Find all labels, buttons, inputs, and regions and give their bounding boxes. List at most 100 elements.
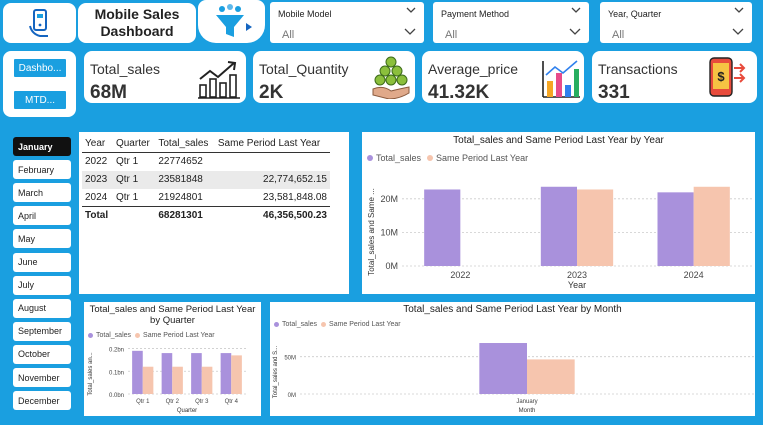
chart-bars: [479, 343, 575, 394]
funnel-icon: [215, 3, 252, 37]
kpi-label: Total_sales: [90, 61, 161, 77]
cell-total-sales: 23581848: [155, 170, 215, 189]
matrix-header-row: Year Quarter Total_sales Same Period Las…: [82, 135, 330, 153]
bar-same-period-january: [527, 359, 575, 394]
chart-bars: [132, 350, 242, 394]
chart-x-ticks: Qtr 1 Qtr 2 Qtr 3 Qtr 4: [136, 399, 238, 405]
month-item-june[interactable]: June: [13, 252, 71, 272]
month-item-august[interactable]: August: [13, 298, 71, 318]
month-item-april[interactable]: April: [13, 206, 71, 226]
y-axis-label: Total_sales an...: [88, 352, 94, 396]
dashboard-nav-button[interactable]: Dashbo...: [12, 57, 68, 79]
x-tick-label: 2022: [450, 270, 470, 280]
table-row: 2024 Qtr 1 21924801 23,581,848.08: [82, 189, 330, 207]
month-item-october[interactable]: October: [13, 344, 71, 364]
filter-panel-toggle[interactable]: [198, 0, 265, 43]
cell-quarter: Qtr 1: [115, 156, 139, 168]
month-item-september[interactable]: September: [13, 321, 71, 341]
header-year[interactable]: Year: [82, 135, 113, 153]
slicer-label: Mobile Model: [278, 9, 332, 19]
y-tick-label: 10M: [380, 227, 398, 237]
y-axis-label: Total_sales and S...: [273, 345, 279, 398]
phone-hand-icon: [28, 9, 48, 37]
cell-same-period: [215, 153, 330, 171]
chart-y-ticks: 0M 50M: [284, 356, 296, 399]
slicer-value: All: [282, 29, 295, 41]
title-line-2: Dashboard: [100, 23, 174, 39]
slicer-value: All: [445, 29, 458, 41]
kpi-value: 41.32K: [428, 82, 490, 103]
y-tick-label: 0M: [288, 393, 296, 399]
x-axis-label: Year: [568, 280, 586, 290]
x-axis-label: Quarter: [177, 408, 197, 414]
chevron-down-icon: [406, 7, 416, 13]
bar-total-sales-january: [479, 343, 527, 394]
total-row: Total 68281301 46,356,500.23: [82, 206, 330, 225]
bar-total-sales-qtr-2: [161, 353, 173, 394]
y-tick-label: 50M: [284, 356, 296, 362]
kpi-card-total-quantity: Total_Quantity 2K: [253, 51, 415, 103]
header-total-sales[interactable]: Total_sales: [155, 135, 215, 153]
kpi-value: 2K: [259, 82, 284, 103]
bar-total-sales-2023: [540, 186, 577, 266]
chevron-down-icon: [571, 7, 581, 13]
kpi-label: Average_price: [428, 61, 519, 77]
cell-quarter: Qtr 1: [115, 191, 139, 203]
header-quarter[interactable]: Quarter: [112, 135, 156, 153]
slicer-value: All: [612, 29, 625, 41]
month-item-july[interactable]: July: [13, 275, 71, 295]
chevron-down-icon[interactable]: [404, 27, 416, 35]
cell-total-label: Total: [82, 206, 113, 225]
x-tick-label: Qtr 4: [225, 399, 239, 405]
bar-total-sales-qtr-4: [220, 353, 232, 394]
month-item-december[interactable]: December: [13, 391, 71, 411]
kpi-card-average-price: Average_price 41.32K: [422, 51, 584, 103]
kpi-card-total-sales: Total_sales 68M: [84, 51, 246, 103]
table-row: 2023 Qtr 1 23581848 22,774,652.15: [82, 170, 330, 189]
dashboard-title: Mobile Sales Dashboard: [78, 3, 196, 43]
bar-total-sales-qtr-3: [191, 353, 202, 394]
mtd-nav-button[interactable]: MTD...: [12, 89, 68, 111]
chart-by-quarter: Total_sales and Same Period Last Year by…: [84, 302, 261, 416]
nav-panel: Dashbo... MTD...: [3, 51, 76, 117]
cell-total-sales: 68281301: [155, 206, 215, 225]
y-tick-label: 0.1bn: [109, 370, 124, 376]
slicer-label: Payment Method: [441, 9, 510, 19]
kpi-card-transactions: Transactions 331 $: [592, 51, 757, 103]
x-tick-label: Qtr 3: [195, 399, 209, 405]
sales-matrix: Year Quarter Total_sales Same Period Las…: [82, 135, 330, 225]
cell-same-period: 23,581,848.08: [263, 191, 327, 203]
x-tick-label: Qtr 2: [166, 399, 180, 405]
x-axis-label: Month: [519, 408, 536, 414]
x-tick-label: Qtr 1: [136, 399, 150, 405]
month-item-february[interactable]: February: [13, 160, 71, 180]
cell-quarter: Qtr 1: [112, 170, 156, 189]
chart-by-year: Total_sales and Same Period Last Year by…: [362, 132, 755, 294]
kpi-value: 68M: [90, 82, 127, 103]
bar-same-period-qtr-4: [231, 355, 242, 394]
header-same-period[interactable]: Same Period Last Year: [214, 135, 330, 153]
chart-y-ticks: 0.0bn 0.1bn 0.2bn: [109, 348, 124, 399]
chart-year-plot: 0M 10M 20M 2022 2023 2024 Total_sales and Sa…: [367, 186, 752, 290]
month-item-may[interactable]: May: [13, 229, 71, 249]
x-tick-label: January: [516, 399, 537, 405]
chevron-down-icon[interactable]: [732, 27, 744, 35]
bar-same-period-2023: [577, 189, 614, 266]
month-item-january[interactable]: January: [13, 137, 71, 156]
bar-chart-icon: [542, 60, 580, 98]
chevron-down-icon[interactable]: [569, 27, 581, 35]
month-item-march[interactable]: March: [13, 183, 71, 203]
chart-y-ticks: 0M 10M 20M: [380, 194, 398, 271]
y-tick-label: 0.0bn: [109, 393, 124, 399]
slicer-payment-method[interactable]: Payment Method All: [433, 2, 589, 43]
kpi-value: 331: [598, 82, 630, 103]
y-tick-label: 0.2bn: [109, 348, 124, 354]
month-item-november[interactable]: November: [13, 368, 71, 387]
y-axis-label: Total_sales and Same ...: [367, 188, 376, 276]
y-tick-label: 20M: [380, 194, 398, 204]
chart-quarter-plot: 0.0bn 0.1bn 0.2bn Qtr 1 Qtr 2 Qtr 3 Qtr 4 Tot…: [88, 348, 246, 414]
slicer-mobile-model[interactable]: Mobile Model All: [270, 2, 424, 43]
svg-text:$: $: [717, 69, 725, 84]
slicer-year-quarter[interactable]: Year, Quarter All: [600, 2, 752, 43]
cell-year: 2022: [85, 156, 108, 168]
